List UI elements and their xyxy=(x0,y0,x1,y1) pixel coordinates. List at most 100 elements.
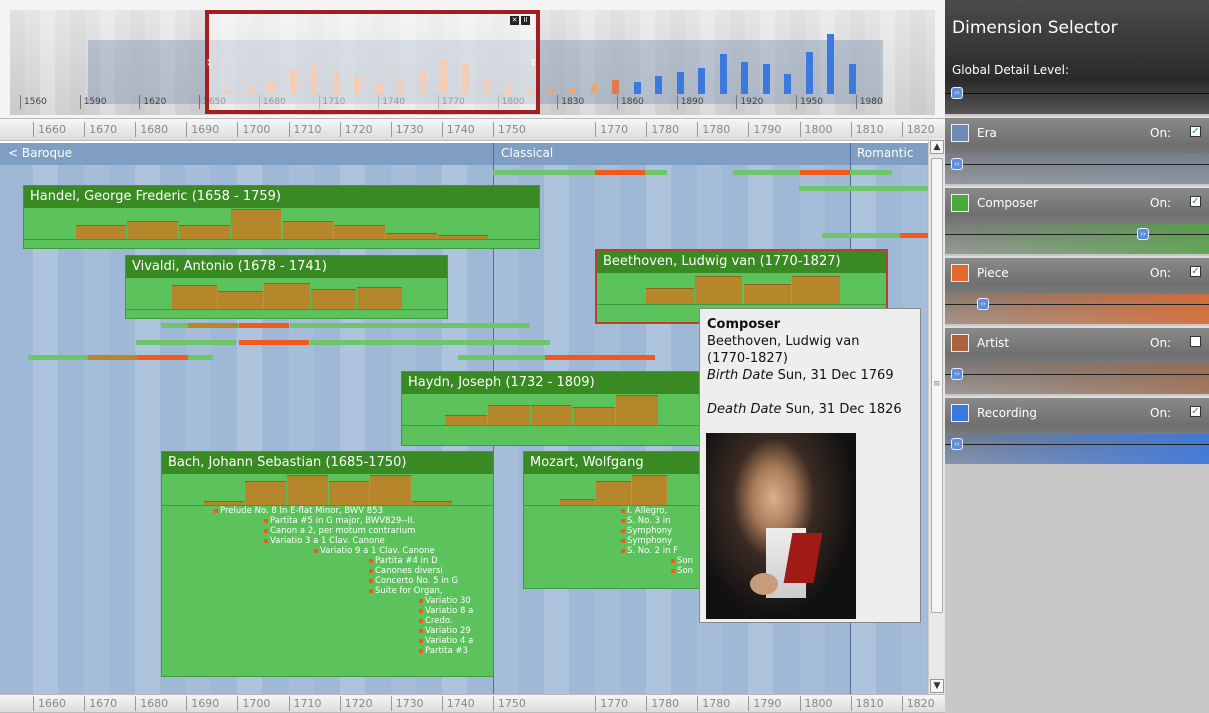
overview-bar xyxy=(698,68,705,94)
composer-histogram xyxy=(402,394,700,425)
piece-item[interactable]: Symphony xyxy=(620,536,678,546)
composer-card-haydn[interactable]: Haydn, Joseph (1732 - 1809) xyxy=(401,371,701,446)
overview-histogram[interactable]: 1560 1590 1620 1650 1680 1710 1740 1770 1800 1830… xyxy=(0,0,945,118)
composer-histogram-bar xyxy=(632,475,667,505)
dimension-detail-slider[interactable] xyxy=(945,444,1209,445)
dimension-label: Piece xyxy=(977,266,1009,280)
piece-item[interactable]: Symphony xyxy=(620,526,678,536)
pause-icon[interactable]: II xyxy=(521,16,530,25)
piece-item[interactable]: Variatio 4 a xyxy=(419,636,588,646)
piece-range-segment[interactable] xyxy=(310,340,550,345)
piece-item[interactable]: Variatio 8 a xyxy=(419,606,588,616)
dimension-detail-knob[interactable]: ‹› xyxy=(977,298,989,310)
dimension-toggle-checkbox[interactable]: ✓ xyxy=(1190,196,1201,207)
piece-item[interactable]: Canon a 2, per motum contrarium xyxy=(264,526,433,536)
global-detail-knob[interactable]: ‹› xyxy=(951,87,963,99)
tooltip-death: Death Date Sun, 31 Dec 1826 xyxy=(707,401,913,418)
vertical-scrollbar[interactable]: ▲ ≡ ▼ xyxy=(928,138,945,696)
composer-histogram-bar xyxy=(694,276,743,304)
scroll-thumb[interactable]: ≡ xyxy=(931,158,943,613)
era-baroque[interactable]: < Baroque xyxy=(8,146,72,160)
overview-bar xyxy=(612,80,619,94)
composer-histogram xyxy=(24,208,539,239)
piece-item[interactable]: S. No. 3 in xyxy=(620,516,678,526)
composer-card-bach[interactable]: Bach, Johann Sebastian (1685-1750) Prelu… xyxy=(161,451,494,677)
dimension-toggle-checkbox[interactable]: ✓ xyxy=(1190,126,1201,137)
composer-card-vivaldi[interactable]: Vivaldi, Antonio (1678 - 1741) xyxy=(125,255,448,319)
piece-range-segment[interactable] xyxy=(458,355,548,360)
resize-handle-right-icon[interactable]: ⁑ xyxy=(531,59,536,69)
piece-item[interactable]: I. Allegro, xyxy=(620,506,678,516)
dimension-detail-slider[interactable] xyxy=(945,234,1209,235)
piece-range-segment[interactable] xyxy=(595,170,645,175)
composer-histogram-bar xyxy=(573,407,616,425)
piece-range-segment[interactable] xyxy=(239,323,289,328)
piece-range-segment[interactable] xyxy=(733,170,803,175)
piece-item[interactable]: Variatio 29 xyxy=(419,626,588,636)
piece-range-segment[interactable] xyxy=(88,355,138,360)
axis-tick-label: 1800 xyxy=(799,696,833,711)
composer-card-handel[interactable]: Handel, George Frederic (1658 - 1759) xyxy=(23,185,540,249)
close-icon[interactable]: ✕ xyxy=(510,16,519,25)
dimension-toggle-checkbox[interactable]: ✓ xyxy=(1190,266,1201,277)
piece-range-segment[interactable] xyxy=(188,323,238,328)
piece-item[interactable]: Suite for Organ, xyxy=(369,586,538,596)
piece-range-segment[interactable] xyxy=(545,355,655,360)
piece-range-segment[interactable] xyxy=(900,233,928,238)
piece-range-segment[interactable] xyxy=(800,170,850,175)
dimension-detail-slider[interactable] xyxy=(945,164,1209,165)
composer-name: Beethoven, Ludwig van (1770-1827) xyxy=(597,251,886,273)
piece-range-segment[interactable] xyxy=(188,355,213,360)
composer-histogram-bar xyxy=(743,284,792,304)
piece-range-segment[interactable] xyxy=(239,340,309,345)
axis-tick-label: 1790 xyxy=(748,122,781,137)
axis-tick-label: 1660 xyxy=(33,122,66,137)
panel-title: Dimension Selector xyxy=(952,18,1118,38)
composer-name: Handel, George Frederic (1658 - 1759) xyxy=(24,186,539,208)
piece-item[interactable]: Canones diversi xyxy=(369,566,538,576)
composer-histogram-bar xyxy=(286,475,328,505)
dimension-toggle-checkbox[interactable] xyxy=(1190,336,1201,347)
dimension-detail-knob[interactable]: ‹› xyxy=(951,368,963,380)
dimension-detail-knob[interactable]: ‹› xyxy=(951,158,963,170)
piece-item[interactable]: Partita #3 xyxy=(419,646,588,656)
piece-range-segment[interactable] xyxy=(880,186,928,191)
composer-histogram-bar xyxy=(179,225,230,239)
piece-range-segment[interactable] xyxy=(822,233,902,238)
overview-tick-label: 1620 xyxy=(139,95,166,109)
scroll-down-icon[interactable]: ▼ xyxy=(930,679,944,693)
piece-item[interactable]: Variatio 3 a 1 Clav. Canone xyxy=(264,536,433,546)
composer-histogram-bar xyxy=(75,225,127,239)
piece-item[interactable]: Variatio 9 a 1 Clav. Canone xyxy=(314,546,483,556)
piece-item[interactable]: Partita #4 in D xyxy=(369,556,538,566)
piece-item[interactable]: Partita #5 in G major, BWV829--II. xyxy=(264,516,433,526)
scroll-up-icon[interactable]: ▲ xyxy=(930,140,944,154)
piece-item[interactable]: S. No. 2 in F xyxy=(620,546,678,556)
era-classical[interactable]: Classical xyxy=(501,146,553,160)
overview-bar xyxy=(784,74,791,94)
piece-range-segment[interactable] xyxy=(290,323,530,328)
tooltip-birth: Birth Date Sun, 31 Dec 1769 xyxy=(707,367,913,384)
piece-range-segment[interactable] xyxy=(28,355,88,360)
axis-tick-label: 1720 xyxy=(339,696,373,711)
resize-handle-left-icon[interactable]: ⁑ xyxy=(207,59,212,69)
axis-tick-label: 1770 xyxy=(595,696,628,711)
era-romantic[interactable]: Romantic xyxy=(857,146,913,160)
dimension-detail-knob[interactable]: ‹› xyxy=(951,438,963,450)
piece-range-segment[interactable] xyxy=(850,170,892,175)
piece-range-segment[interactable] xyxy=(645,170,667,175)
composer-card-mozart[interactable]: Mozart, Wolfgang I. Allegro, S. No. 3 in S… xyxy=(523,451,703,589)
piece-range-segment[interactable] xyxy=(136,340,236,345)
piece-item[interactable]: Variatio 30 xyxy=(419,596,588,606)
dimension-toggle-checkbox[interactable]: ✓ xyxy=(1190,406,1201,417)
piece-range-segment[interactable] xyxy=(138,355,188,360)
tooltip-name: Beethoven, Ludwig van xyxy=(707,334,860,349)
overview-selection-window[interactable]: ✕ II ⁑ ⁑ xyxy=(205,10,540,114)
dimension-detail-knob[interactable]: ‹› xyxy=(1137,228,1149,240)
axis-tick-label: 1790 xyxy=(748,696,781,711)
piece-item[interactable]: Credo. xyxy=(419,616,588,626)
piece-item[interactable]: Prelude No. 8 In E-flat Minor, BWV 853 xyxy=(214,506,383,516)
global-detail-slider[interactable] xyxy=(945,93,1209,94)
piece-item[interactable]: Concerto No. 5 in G xyxy=(369,576,538,586)
dimension-detail-slider[interactable] xyxy=(945,374,1209,375)
